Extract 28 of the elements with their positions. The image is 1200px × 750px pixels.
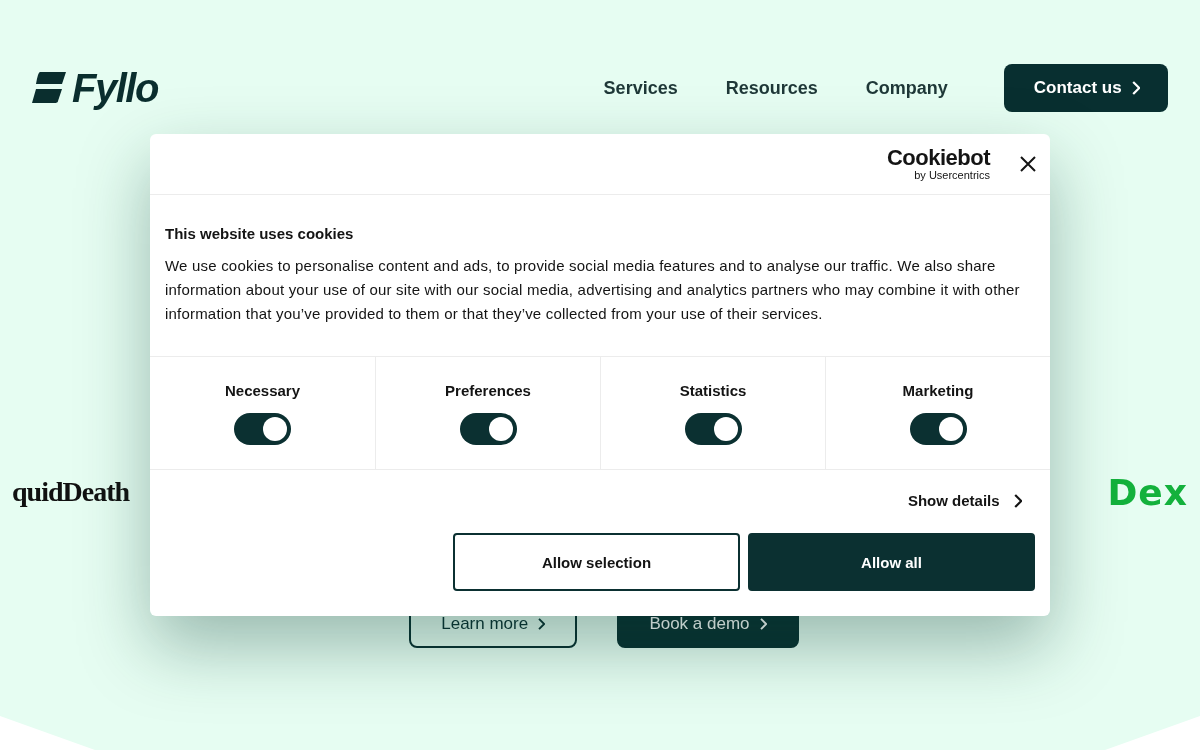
category-label: Necessary: [224, 381, 301, 399]
dialog-title: This website uses cookies: [165, 225, 355, 242]
category-label: Marketing: [902, 381, 974, 399]
category-toggle[interactable]: [684, 412, 742, 445]
chevron-icon: [1131, 81, 1140, 95]
contact-button[interactable]: Contact us: [1003, 64, 1168, 112]
close-button[interactable]: [1020, 156, 1036, 172]
logo-mark-icon: [32, 72, 66, 104]
allow-selection-button[interactable]: Allow selection: [453, 533, 740, 591]
category-label: Statistics: [679, 381, 747, 399]
client-logo: Dex: [1107, 471, 1188, 513]
chevron-icon: [1013, 493, 1022, 508]
category-toggle[interactable]: [909, 412, 967, 445]
category-toggle[interactable]: [234, 412, 291, 445]
nav-link[interactable]: Services: [603, 77, 678, 99]
brand-subtitle: by Usercentrics: [914, 169, 990, 181]
dialog-text: We use cookies to personalise content and ads, to provide social media features and to analyse our traffic. We also share information about your use of our site with our social media, advertising and analytics partners who may combine it with other information that you’ve provided to them or that they’ve collected from your use of their services.: [165, 256, 1021, 324]
brand-name: Cookiebot: [886, 147, 990, 169]
category-label: Preferences: [445, 381, 531, 399]
chevron-icon: [538, 618, 546, 630]
client-logo: quidDeath: [12, 476, 130, 508]
nav-link[interactable]: Resources: [725, 77, 818, 99]
nav-link[interactable]: Company: [865, 77, 948, 99]
allow-all-button[interactable]: Allow all: [748, 533, 1035, 591]
category-toggle[interactable]: [459, 412, 517, 445]
show-details-link[interactable]: Show details: [907, 492, 1022, 509]
logo-text: Fyllo: [72, 65, 158, 111]
chevron-icon: [759, 618, 767, 630]
